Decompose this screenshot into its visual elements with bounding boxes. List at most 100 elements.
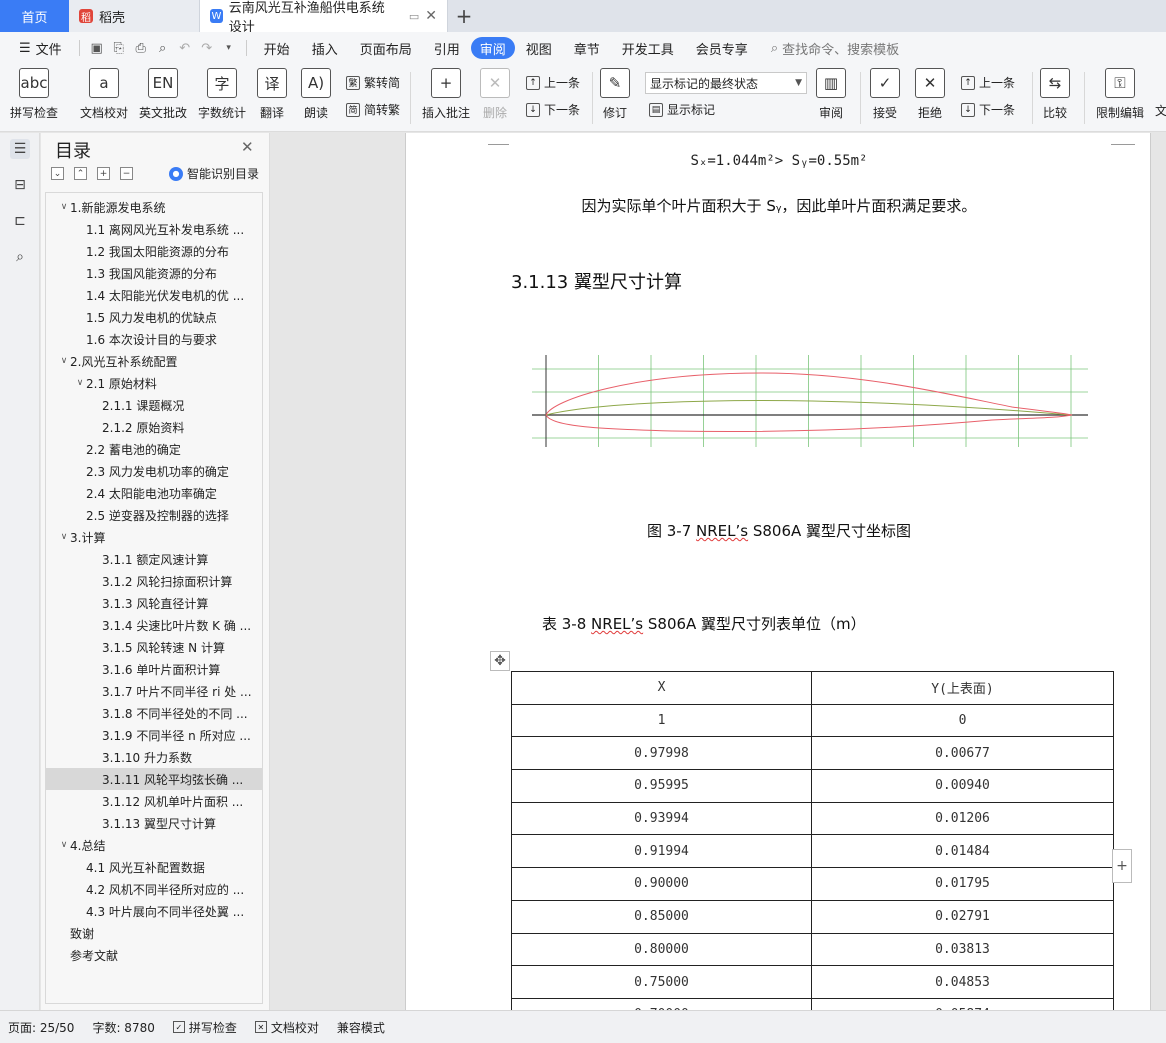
doc-proof-button[interactable]: a 文档校对 [80,68,128,121]
menu-member[interactable]: 会员专享 [685,37,759,59]
table-cell[interactable]: 0.93994 [511,801,812,836]
toc-item[interactable]: 3.1.2 风轮扫掠面积计算 [46,570,262,592]
next-change-button[interactable]: ↓ 下一条 [961,101,1015,118]
prev-change-button[interactable]: ↑ 上一条 [961,74,1015,91]
file-menu[interactable]: ☰ 文件 [8,37,73,59]
delete-comment-button[interactable]: ✕ 删除 [480,68,510,121]
table-cell[interactable]: 1 [511,703,812,738]
toc-item[interactable]: ∨ 1.新能源发电系统 [46,196,262,218]
toc-item[interactable]: 1.6 本次设计目的与要求 [46,328,262,350]
traditional-to-simplified-button[interactable]: 繁繁转简 [346,74,400,91]
review-pane-button[interactable]: ▥ 审阅 [816,68,846,121]
toc-item[interactable]: ∨ 4.总结 [46,834,262,856]
toc-item[interactable]: 4.2 风机不同半径所对应的 ... [46,878,262,900]
restrict-edit-button[interactable]: ⚿ 限制编辑 [1096,68,1144,121]
table-cell[interactable]: 0.05874 [811,997,1114,1010]
toc-item[interactable]: 3.1.11 风轮平均弦长确 ... [46,768,262,790]
table-cell[interactable]: 0.01206 [811,801,1114,836]
toc-item[interactable]: 3.1.6 单叶片面积计算 [46,658,262,680]
toc-item[interactable]: 2.4 太阳能电池功率确定 [46,482,262,504]
new-tab-button[interactable]: + [448,0,480,32]
table-cell[interactable]: 0.02791 [811,899,1114,934]
spell-check-button[interactable]: abc 拼写检查 [10,68,58,121]
toc-item[interactable]: 1.1 离网风光互补发电系统 ... [46,218,262,240]
table-cell[interactable]: 0.80000 [511,932,812,967]
chevron-down-icon[interactable]: ∨ [58,202,70,212]
search-icon[interactable]: ⌕ [10,247,30,267]
add-row-button[interactable]: + [1112,849,1132,883]
toc-item[interactable]: 2.3 风力发电机功率的确定 [46,460,262,482]
chevron-down-icon[interactable]: ▾ [218,37,240,59]
table-header-cell[interactable]: Y(上表面) [811,671,1114,705]
menu-insert[interactable]: 插入 [301,37,349,59]
print-icon[interactable]: ⎙ [130,37,152,59]
toc-item[interactable]: 3.1.3 风轮直径计算 [46,592,262,614]
collapse-all-icon[interactable]: ⌃ [74,167,87,180]
chevron-down-icon[interactable]: ∨ [58,840,70,850]
prev-comment-button[interactable]: ↑ 上一条 [526,74,580,91]
table-cell[interactable]: 0.01484 [811,834,1114,869]
toc-item[interactable]: 2.1.1 课题概况 [46,394,262,416]
status-doc-proof[interactable]: ✕ 文档校对 [254,1019,319,1036]
toc-item[interactable]: 3.1.5 风轮转速 N 计算 [46,636,262,658]
menu-view[interactable]: 视图 [515,37,563,59]
table-cell[interactable]: 0.85000 [511,899,812,934]
command-search[interactable]: ⌕ 查找命令、搜索模板 [771,39,899,58]
accept-button[interactable]: ✓ 接受 [870,68,900,121]
table-cell[interactable]: 0.97998 [511,736,812,771]
smart-toc-button[interactable]: ● 智能识别目录 [169,165,259,182]
bookmark-icon[interactable]: ⊏ [10,211,30,231]
table-cell[interactable]: 0.95995 [511,769,812,803]
toc-item[interactable]: 3.1.8 不同半径处的不同 ... [46,702,262,724]
menu-developer[interactable]: 开发工具 [611,37,685,59]
word-count-button[interactable]: 字字数统计 [198,68,246,121]
redo-icon[interactable]: ↷ [196,37,218,59]
undo-icon[interactable]: ↶ [174,37,196,59]
navigation-icon[interactable]: ⊟ [10,175,30,195]
preview-icon[interactable]: ⌕ [152,37,174,59]
toc-item[interactable]: 2.2 蓄电池的确定 [46,438,262,460]
add-heading-icon[interactable]: + [97,167,110,180]
table-cell[interactable]: 0.03813 [811,932,1114,967]
tab-window-icon[interactable]: ▭ [409,10,419,23]
markup-state-select[interactable]: 显示标记的最终状态 ▼ [645,72,807,94]
table-cell[interactable]: 0.00940 [811,769,1114,803]
table-cell[interactable]: 0.04853 [811,965,1114,999]
table-move-handle[interactable]: ✥ [490,651,510,671]
menu-chapter[interactable]: 章节 [563,37,611,59]
table-header-cell[interactable]: X [511,671,812,705]
expand-all-icon[interactable]: ⌄ [51,167,64,180]
chevron-down-icon[interactable]: ∨ [58,532,70,542]
tab-active-document[interactable]: W 云南风光互补渔船供电系统设计 ▭ ✕ [200,0,448,35]
english-review-button[interactable]: EN 英文批改 [139,68,187,121]
ribbon-overflow-item[interactable]: 文 [1155,102,1166,119]
simplified-to-traditional-button[interactable]: 简简转繁 [346,101,400,118]
show-markup-button[interactable]: ▤ 显示标记 [649,101,715,118]
toc-item[interactable]: 3.1.9 不同半径 n 所对应 ... [46,724,262,746]
toc-item[interactable]: 致谢 [46,922,262,944]
read-aloud-button[interactable]: A) 朗读 [301,68,331,121]
table-cell[interactable]: 0.75000 [511,965,812,999]
toc-item[interactable]: 1.3 我国风能资源的分布 [46,262,262,284]
export-icon[interactable]: ⎘ [108,37,130,59]
menu-review[interactable]: 审阅 [470,37,515,59]
table-cell[interactable]: 0.01795 [811,867,1114,901]
toc-item[interactable]: 参考文献 [46,944,262,966]
toc-item[interactable]: ∨ 2.1 原始材料 [46,372,262,394]
word-count[interactable]: 字数: 8780 [92,1019,154,1036]
menu-references[interactable]: 引用 [423,37,471,59]
toc-panel-icon[interactable]: ☰ [10,139,30,159]
toc-item[interactable]: 2.1.2 原始资料 [46,416,262,438]
toc-item[interactable]: ∨ 3.计算 [46,526,262,548]
toc-item[interactable]: 2.5 逆变器及控制器的选择 [46,504,262,526]
next-comment-button[interactable]: ↓ 下一条 [526,101,580,118]
close-icon[interactable]: ✕ [425,8,437,24]
menu-start[interactable]: 开始 [253,37,301,59]
table-cell[interactable]: 0.70000 [511,997,812,1010]
toc-item[interactable]: 4.3 叶片展向不同半径处翼 ... [46,900,262,922]
toc-item[interactable]: ∨ 2.风光互补系统配置 [46,350,262,372]
toc-item[interactable]: 4.1 风光互补配置数据 [46,856,262,878]
table-cell[interactable]: 0 [811,703,1114,738]
translate-button[interactable]: 译翻译 [257,68,287,121]
toc-item[interactable]: 1.4 太阳能光伏发电机的优 ... [46,284,262,306]
